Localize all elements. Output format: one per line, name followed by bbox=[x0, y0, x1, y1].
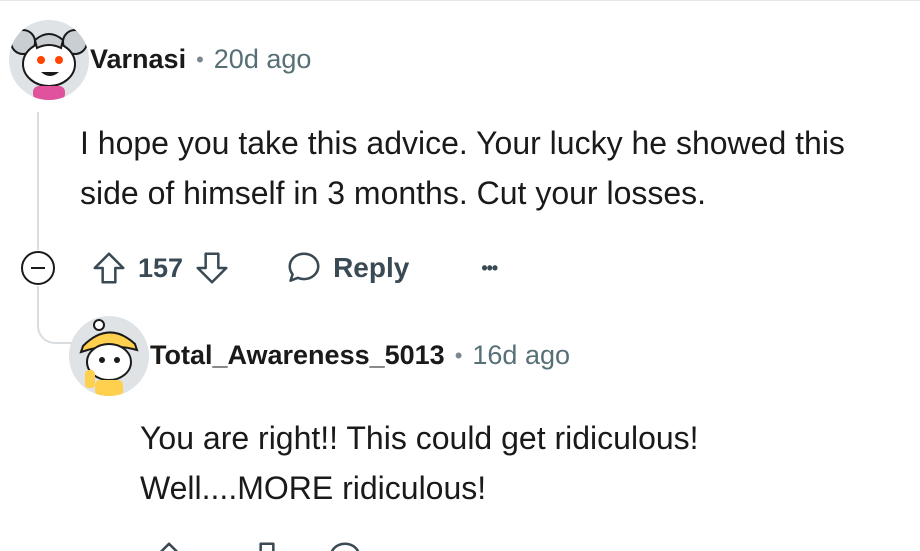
timestamp[interactable]: 20d ago bbox=[214, 44, 312, 75]
divider bbox=[0, 0, 920, 1]
comment-meta: Varnasi • 20d ago bbox=[90, 44, 311, 75]
downvote-button[interactable] bbox=[193, 249, 231, 287]
comment-thread: Varnasi • 20d ago I hope you take this a… bbox=[0, 0, 920, 551]
comment-text-line: side of himself in 3 months. Cut your lo… bbox=[80, 175, 707, 211]
separator-dot: • bbox=[454, 342, 463, 368]
collapse-button[interactable] bbox=[21, 251, 55, 285]
reply-button[interactable]: Reply bbox=[285, 249, 409, 287]
reply-label: Reply bbox=[333, 252, 410, 283]
comment-text-line: I hope you take this advice. Your lucky … bbox=[80, 125, 845, 161]
comment-meta: Total_Awareness_5013 • 16d ago bbox=[150, 340, 570, 371]
comment-body: You are right!! This could get ridiculou… bbox=[140, 413, 699, 513]
arrow-up-icon bbox=[159, 542, 179, 551]
snoo-koala-avatar-icon bbox=[9, 20, 89, 100]
username[interactable]: Total_Awareness_5013 bbox=[150, 340, 445, 371]
comment-text-line: Well....MORE ridiculous! bbox=[140, 470, 487, 506]
reply-button[interactable] bbox=[326, 539, 364, 551]
comment-actions: 157 Reply ••• bbox=[90, 248, 498, 288]
thread-elbow bbox=[37, 286, 79, 344]
arrow-down-icon bbox=[259, 542, 275, 551]
arrow-down-icon bbox=[196, 252, 228, 284]
vote-score: 157 bbox=[138, 252, 184, 283]
speech-bubble-icon bbox=[288, 252, 320, 282]
ellipsis-icon: ••• bbox=[481, 257, 498, 278]
comment-body: I hope you take this advice. Your lucky … bbox=[80, 118, 845, 218]
separator-dot: • bbox=[196, 46, 204, 72]
downvote-button[interactable] bbox=[248, 539, 286, 551]
arrow-up-icon bbox=[93, 252, 125, 284]
avatar[interactable] bbox=[69, 316, 149, 396]
snoo-hat-avatar-icon bbox=[69, 316, 149, 396]
upvote-button[interactable] bbox=[150, 539, 188, 551]
more-options-button[interactable]: ••• bbox=[481, 257, 498, 279]
thread-line bbox=[37, 112, 39, 250]
upvote-button[interactable] bbox=[90, 249, 128, 287]
username[interactable]: Varnasi bbox=[90, 44, 186, 75]
avatar[interactable] bbox=[9, 20, 89, 100]
speech-bubble-icon bbox=[330, 542, 360, 551]
minus-icon bbox=[31, 267, 45, 269]
timestamp[interactable]: 16d ago bbox=[472, 340, 570, 371]
comment-text-line: You are right!! This could get ridiculou… bbox=[140, 420, 699, 456]
comment-actions bbox=[150, 538, 364, 551]
